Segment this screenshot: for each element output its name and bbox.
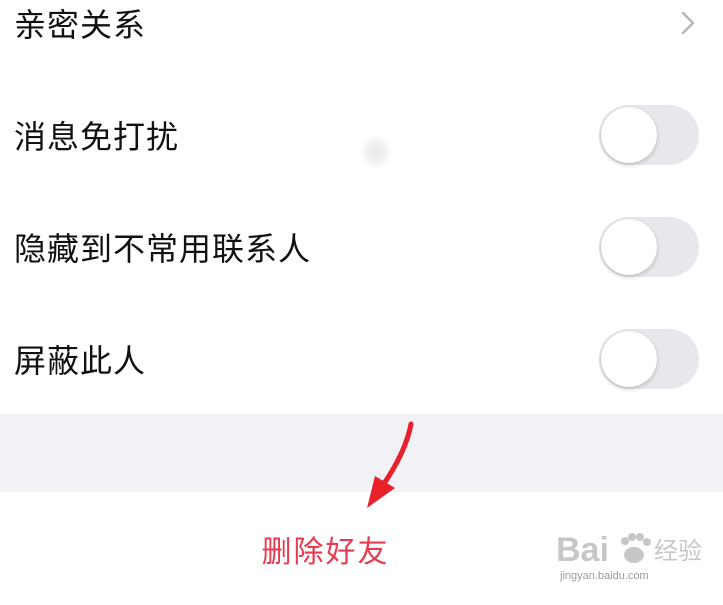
toggle-knob bbox=[601, 219, 657, 275]
block-person-toggle[interactable] bbox=[599, 329, 699, 389]
toggle-knob bbox=[601, 331, 657, 387]
toggle-knob bbox=[601, 107, 657, 163]
chevron-right-icon bbox=[681, 11, 695, 35]
setting-row-intimate-relation[interactable]: 亲密关系 bbox=[0, 0, 723, 78]
setting-row-hide-to-infrequent: 隐藏到不常用联系人 bbox=[0, 192, 723, 302]
svg-text:经验: 经验 bbox=[654, 537, 702, 565]
setting-label-hide-to-infrequent: 隐藏到不常用联系人 bbox=[14, 230, 312, 268]
setting-label-do-not-disturb: 消息免打扰 bbox=[14, 118, 180, 156]
delete-friend-button[interactable]: 删除好友 bbox=[262, 527, 390, 571]
svg-text:Bai: Bai bbox=[556, 531, 609, 569]
setting-label-intimate-relation: 亲密关系 bbox=[14, 6, 147, 44]
setting-row-do-not-disturb: 消息免打扰 bbox=[0, 80, 723, 190]
red-arrow-annotation-icon bbox=[355, 420, 425, 515]
setting-label-block-person: 屏蔽此人 bbox=[14, 342, 147, 380]
friend-settings-screen: 亲密关系 消息免打扰 隐藏到不常用联系人 屏蔽此人 删除好友 Bai 经验 ji… bbox=[0, 0, 723, 605]
hide-to-infrequent-toggle[interactable] bbox=[599, 217, 699, 277]
setting-row-block-person: 屏蔽此人 bbox=[0, 304, 723, 414]
do-not-disturb-toggle[interactable] bbox=[599, 105, 699, 165]
blur-artifact bbox=[364, 140, 388, 164]
watermark-url: jingyan.baidu.com bbox=[560, 570, 649, 582]
